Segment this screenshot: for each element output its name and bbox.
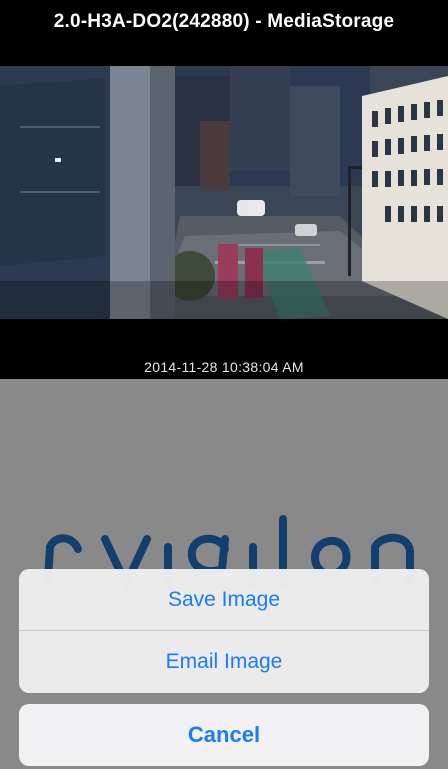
camera-title: 2.0-H3A-DO2(242880) - MediaStorage xyxy=(53,11,395,32)
timestamp: 2014-11-28 10:38:04 AM xyxy=(144,359,304,375)
camera-snapshot[interactable] xyxy=(0,66,448,319)
action-sheet-options: Save Image Email Image xyxy=(19,569,429,693)
save-image-button[interactable]: Save Image xyxy=(19,569,429,631)
email-image-button[interactable]: Email Image xyxy=(19,631,429,693)
title-bar: 2.0-H3A-DO2(242880) - MediaStorage xyxy=(0,0,448,66)
street-scene-image xyxy=(0,66,448,319)
screen: 2.0-H3A-DO2(242880) - MediaStorage 2014-… xyxy=(0,0,448,769)
timestamp-bar: 2014-11-28 10:38:04 AM xyxy=(0,319,448,379)
cancel-button[interactable]: Cancel xyxy=(19,704,429,766)
